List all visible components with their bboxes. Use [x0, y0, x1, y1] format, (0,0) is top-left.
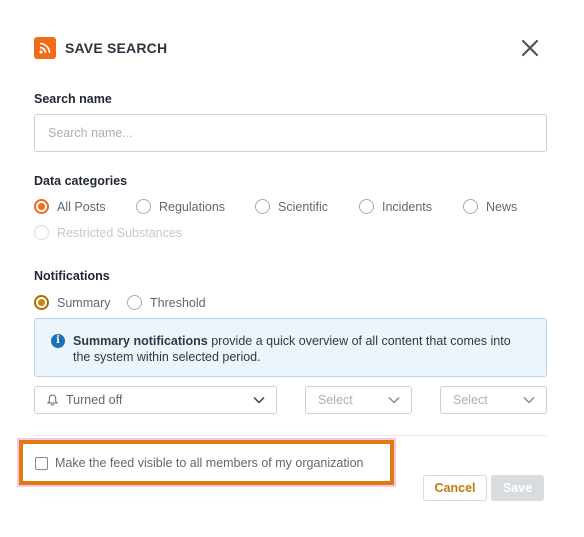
info-bold-text: Summary notifications — [73, 334, 208, 348]
radio-indicator — [359, 199, 374, 214]
radio-threshold[interactable]: Threshold — [127, 295, 206, 310]
search-name-input[interactable] — [34, 114, 547, 152]
radio-regulations[interactable]: Regulations — [136, 199, 225, 214]
search-name-label: Search name — [34, 92, 112, 106]
radio-indicator — [127, 295, 142, 310]
visibility-label: Make the feed visible to all members of … — [55, 456, 364, 470]
radio-incidents[interactable]: Incidents — [359, 199, 432, 214]
cancel-button[interactable]: Cancel — [423, 475, 487, 501]
divider — [34, 435, 547, 436]
frequency-select-value: Turned off — [66, 393, 123, 407]
radio-label: Regulations — [159, 199, 226, 214]
chevron-down-icon — [253, 396, 265, 404]
save-button[interactable]: Save — [491, 475, 544, 501]
radio-all-posts[interactable]: All Posts — [34, 199, 106, 214]
summary-info-box: i Summary notifications provide a quick … — [34, 318, 547, 377]
period-select[interactable]: Select — [305, 386, 412, 414]
radio-label: Summary — [57, 295, 111, 310]
radio-indicator — [34, 225, 49, 240]
visibility-checkbox-row[interactable]: Make the feed visible to all members of … — [35, 456, 363, 470]
frequency-select[interactable]: Turned off — [34, 386, 277, 414]
radio-indicator — [463, 199, 478, 214]
visibility-checkbox[interactable] — [35, 456, 48, 470]
radio-scientific[interactable]: Scientific — [255, 199, 328, 214]
period-select-value: Select — [318, 393, 353, 407]
radio-label: News — [486, 199, 518, 214]
notifications-label: Notifications — [34, 269, 110, 283]
radio-label: All Posts — [57, 199, 106, 214]
data-categories-label: Data categories — [34, 174, 128, 188]
chevron-down-icon — [523, 397, 535, 404]
radio-label: Scientific — [278, 199, 329, 214]
radio-label: Restricted Substances — [57, 225, 183, 240]
radio-news[interactable]: News — [463, 199, 517, 214]
close-icon[interactable] — [519, 37, 541, 59]
radio-indicator — [136, 199, 151, 214]
dialog-title: SAVE SEARCH — [65, 40, 168, 56]
info-icon: i — [51, 334, 65, 348]
time-select[interactable]: Select — [440, 386, 547, 414]
time-select-value: Select — [453, 393, 488, 407]
radio-indicator — [34, 295, 49, 310]
radio-restricted-substances: Restricted Substances — [34, 225, 182, 240]
radio-indicator — [255, 199, 270, 214]
radio-summary[interactable]: Summary — [34, 295, 110, 310]
chevron-down-icon — [388, 397, 400, 404]
radio-label: Threshold — [150, 295, 206, 310]
rss-icon — [34, 37, 56, 59]
radio-label: Incidents — [382, 199, 433, 214]
bell-icon — [47, 394, 58, 406]
radio-indicator — [34, 199, 49, 214]
